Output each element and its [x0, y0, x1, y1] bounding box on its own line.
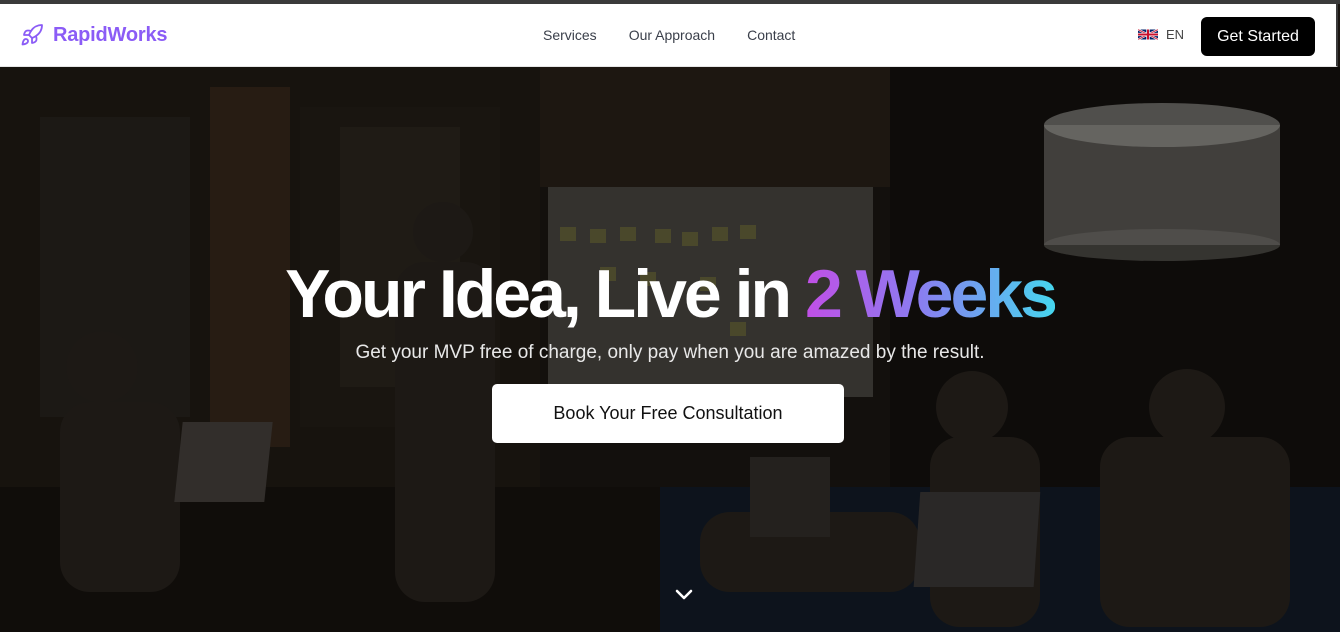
get-started-button[interactable]: Get Started: [1201, 17, 1315, 56]
chevron-down-icon[interactable]: [674, 588, 694, 602]
hero-section: Your Idea, Live in 2 Weeks Get your MVP …: [0, 67, 1340, 632]
nav-link-services[interactable]: Services: [543, 27, 597, 43]
hero-subtitle: Get your MVP free of charge, only pay wh…: [355, 342, 985, 363]
main-nav: Services Our Approach Contact: [543, 27, 827, 43]
rocket-icon: [21, 24, 43, 46]
uk-flag-icon: [1138, 29, 1158, 40]
brand-name: RapidWorks: [53, 23, 168, 46]
language-selector[interactable]: EN: [1138, 27, 1184, 42]
language-code: EN: [1166, 27, 1185, 42]
brand-logo[interactable]: RapidWorks: [20, 23, 168, 47]
hero-headline-highlight: 2 Weeks: [804, 256, 1058, 332]
book-consultation-button[interactable]: Book Your Free Consultation: [492, 384, 844, 443]
hero-headline-main: Your Idea, Live in: [285, 256, 805, 332]
hero-headline: Your Idea, Live in 2 Weeks: [0, 255, 1340, 333]
navbar: RapidWorks Services Our Approach Contact…: [0, 4, 1338, 67]
nav-link-contact[interactable]: Contact: [747, 27, 795, 43]
nav-link-our-approach[interactable]: Our Approach: [629, 27, 715, 43]
